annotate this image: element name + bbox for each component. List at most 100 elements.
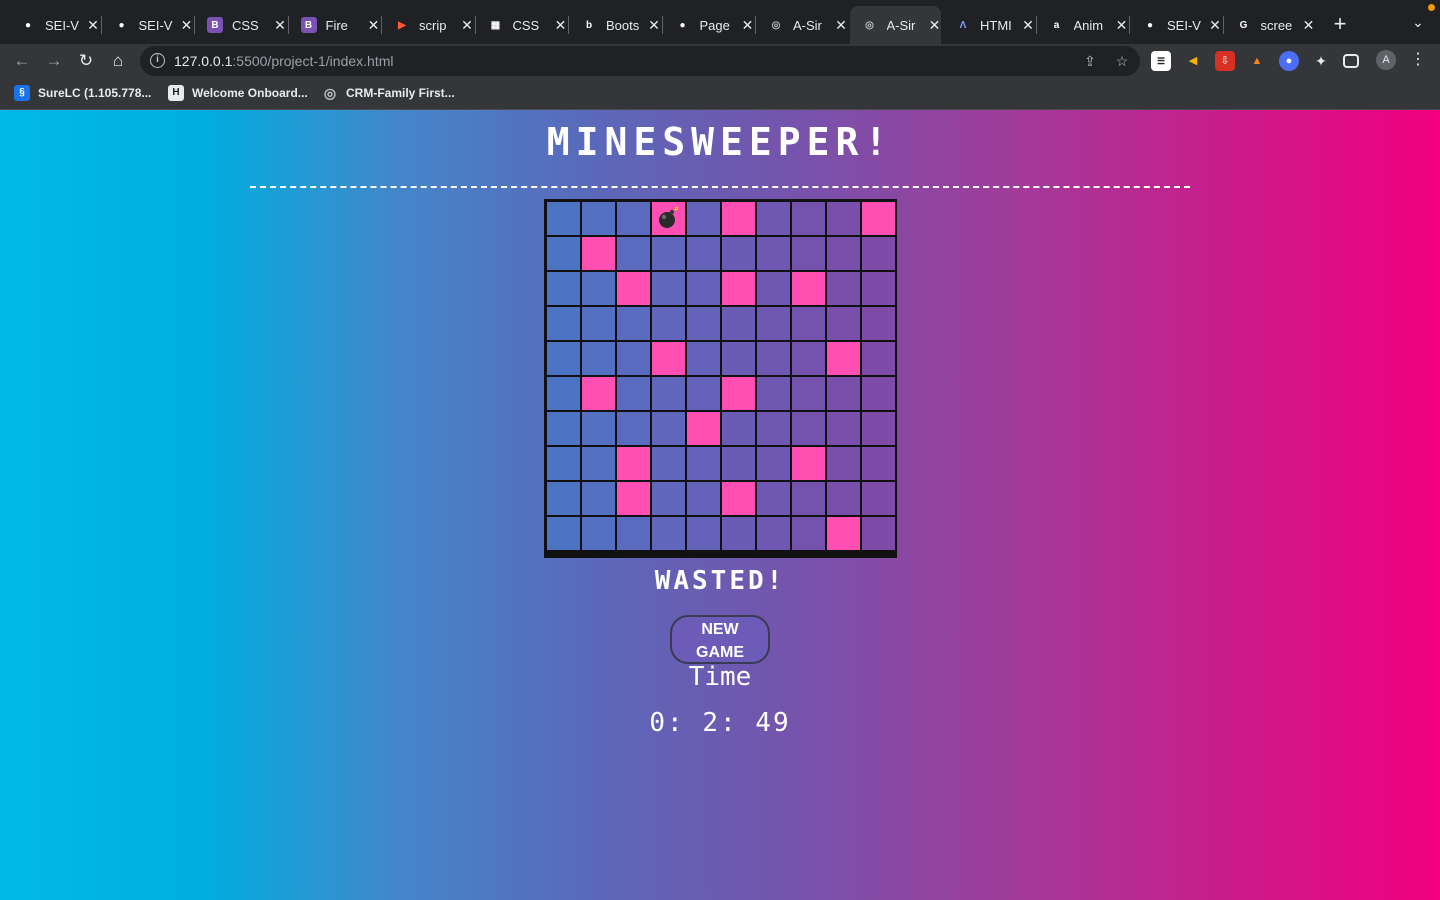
- board-cell[interactable]: [757, 377, 790, 410]
- board-cell[interactable]: [757, 482, 790, 515]
- share-icon[interactable]: ⇪: [1080, 51, 1100, 71]
- bookmark-item[interactable]: § SureLC (1.105.778...: [14, 85, 151, 101]
- close-tab-icon[interactable]: ✕: [833, 17, 849, 33]
- mine-cell[interactable]: [722, 202, 755, 235]
- board-cell[interactable]: [547, 342, 580, 375]
- board-cell[interactable]: [757, 447, 790, 480]
- board-cell[interactable]: [827, 447, 860, 480]
- board-cell[interactable]: [617, 307, 650, 340]
- board-cell[interactable]: [547, 272, 580, 305]
- board-cell[interactable]: [792, 482, 825, 515]
- board-cell[interactable]: [652, 377, 685, 410]
- board-cell[interactable]: [547, 517, 580, 550]
- board-cell[interactable]: [582, 517, 615, 550]
- board-cell[interactable]: [827, 412, 860, 445]
- board-cell[interactable]: [757, 272, 790, 305]
- close-tab-icon[interactable]: ✕: [272, 17, 288, 33]
- board-cell[interactable]: [862, 237, 895, 270]
- board-cell[interactable]: [757, 517, 790, 550]
- browser-tab[interactable]: ▶ scrip ✕: [382, 6, 474, 44]
- board-cell[interactable]: [687, 377, 720, 410]
- board-cell[interactable]: [757, 202, 790, 235]
- close-tab-icon[interactable]: ✕: [85, 17, 101, 33]
- board-cell[interactable]: [757, 342, 790, 375]
- extension-download-icon[interactable]: ⇩: [1215, 51, 1235, 71]
- close-tab-icon[interactable]: ✕: [179, 17, 195, 33]
- board-cell[interactable]: [617, 377, 650, 410]
- mine-cell[interactable]: [617, 272, 650, 305]
- board-cell[interactable]: [687, 237, 720, 270]
- close-tab-icon[interactable]: ✕: [459, 17, 475, 33]
- board-cell[interactable]: [547, 412, 580, 445]
- board-cell[interactable]: [792, 342, 825, 375]
- board-cell[interactable]: [792, 412, 825, 445]
- profile-avatar[interactable]: A: [1376, 50, 1396, 70]
- board-cell[interactable]: [827, 482, 860, 515]
- extensions-puzzle-icon[interactable]: ✦: [1311, 51, 1331, 71]
- board-cell[interactable]: [617, 412, 650, 445]
- board-cell[interactable]: [862, 482, 895, 515]
- board-cell[interactable]: [722, 412, 755, 445]
- mine-cell[interactable]: [652, 202, 685, 235]
- board-cell[interactable]: [687, 272, 720, 305]
- board-cell[interactable]: [547, 237, 580, 270]
- forward-button[interactable]: →: [41, 48, 67, 74]
- new-tab-button[interactable]: +: [1328, 12, 1352, 36]
- board-cell[interactable]: [617, 237, 650, 270]
- browser-tab[interactable]: ▦ CSS ✕: [476, 6, 568, 44]
- board-cell[interactable]: [687, 447, 720, 480]
- browser-tab[interactable]: ● Page ✕: [663, 6, 755, 44]
- board-cell[interactable]: [582, 412, 615, 445]
- metamask-icon[interactable]: ▲: [1247, 51, 1267, 71]
- mine-cell[interactable]: [617, 447, 650, 480]
- board-cell[interactable]: [617, 342, 650, 375]
- mine-cell[interactable]: [862, 202, 895, 235]
- board-cell[interactable]: [827, 377, 860, 410]
- board-cell[interactable]: [757, 237, 790, 270]
- extension-circle-icon[interactable]: ●: [1279, 51, 1299, 71]
- board-cell[interactable]: [652, 237, 685, 270]
- tab-search-button[interactable]: ⌄: [1406, 14, 1430, 34]
- board-cell[interactable]: [862, 517, 895, 550]
- mine-cell[interactable]: [582, 237, 615, 270]
- home-button[interactable]: ⌂: [105, 48, 131, 74]
- board-cell[interactable]: [687, 202, 720, 235]
- board-cell[interactable]: [652, 272, 685, 305]
- board-cell[interactable]: [652, 447, 685, 480]
- board-cell[interactable]: [722, 237, 755, 270]
- board-cell[interactable]: [652, 482, 685, 515]
- close-tab-icon[interactable]: ✕: [366, 17, 382, 33]
- browser-tab[interactable]: ● SEI-V ✕: [1130, 6, 1222, 44]
- mine-cell[interactable]: [827, 517, 860, 550]
- board-cell[interactable]: [827, 272, 860, 305]
- extension-pacman-icon[interactable]: ◀: [1183, 51, 1203, 71]
- board-cell[interactable]: [547, 202, 580, 235]
- board-cell[interactable]: [687, 307, 720, 340]
- close-tab-icon[interactable]: ✕: [1020, 17, 1036, 33]
- browser-tab[interactable]: ◎ A-Sir ✕: [849, 6, 941, 44]
- board-cell[interactable]: [582, 307, 615, 340]
- board-cell[interactable]: [792, 377, 825, 410]
- browser-tab[interactable]: b Boots ✕: [569, 6, 661, 44]
- board-cell[interactable]: [547, 447, 580, 480]
- browser-tab[interactable]: Gscree ✕: [1224, 6, 1316, 44]
- board-cell[interactable]: [582, 447, 615, 480]
- board-cell[interactable]: [862, 412, 895, 445]
- browser-tab[interactable]: Λ HTMI ✕: [943, 6, 1035, 44]
- browser-tab[interactable]: a Anim ✕: [1037, 6, 1129, 44]
- bookmark-item[interactable]: H Welcome Onboard...: [168, 85, 308, 101]
- browser-tab[interactable]: ● SEI-V ✕: [8, 6, 100, 44]
- board-cell[interactable]: [757, 412, 790, 445]
- board-cell[interactable]: [617, 202, 650, 235]
- board-cell[interactable]: [652, 412, 685, 445]
- board-cell[interactable]: [862, 342, 895, 375]
- close-tab-icon[interactable]: ✕: [553, 17, 569, 33]
- bookmark-star-icon[interactable]: ☆: [1112, 51, 1132, 71]
- board-cell[interactable]: [582, 272, 615, 305]
- board-cell[interactable]: [862, 447, 895, 480]
- close-tab-icon[interactable]: ✕: [1301, 17, 1317, 33]
- mine-cell[interactable]: [722, 377, 755, 410]
- extension-ad-icon[interactable]: ☰: [1151, 51, 1171, 71]
- board-cell[interactable]: [582, 342, 615, 375]
- new-game-button[interactable]: NEW GAME: [670, 615, 770, 664]
